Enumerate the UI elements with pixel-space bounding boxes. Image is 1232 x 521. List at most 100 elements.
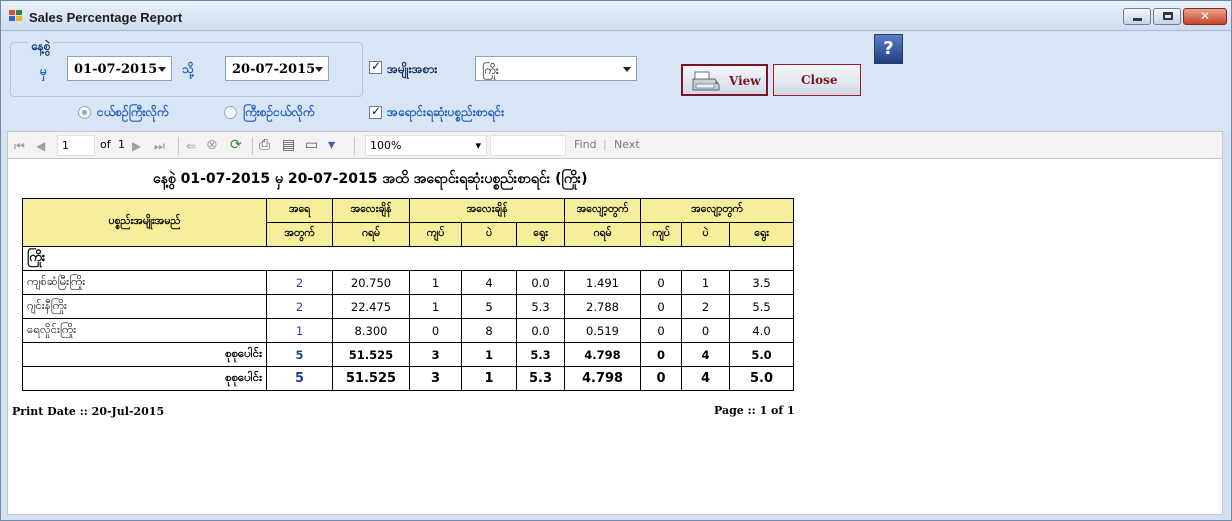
pe-cell: 5 [461, 294, 517, 319]
header-yway: ရွေး [516, 222, 565, 247]
table-row: ကျစ်ဆံမြီးကြိုး 2 20.750 1 4 0.0 1.491 0… [22, 270, 794, 295]
help-button[interactable]: ? [874, 34, 903, 64]
header-qty-bottom: အတွက် [266, 222, 333, 247]
close-icon: ✕ [1199, 9, 1211, 23]
grams-cell: 22.475 [332, 294, 410, 319]
qty-cell[interactable]: 2 [266, 294, 333, 319]
grand-total-grams: 51.525 [332, 366, 410, 391]
grams-cell: 20.750 [332, 270, 410, 295]
report-viewer: နေ့စွဲ 01-07-2015 မှ 20-07-2015 အထိ အရော… [7, 158, 1223, 515]
last-page-icon[interactable]: ⏭ [154, 139, 165, 154]
subtotal-qty: 5 [266, 342, 333, 367]
help-icon: ? [883, 38, 894, 59]
qty-cell[interactable]: 2 [266, 270, 333, 295]
close-window-button[interactable]: ✕ [1183, 8, 1227, 25]
minimize-button[interactable] [1123, 8, 1151, 25]
export-icon[interactable]: ▾ [328, 137, 335, 153]
check-icon: ✓ [371, 59, 382, 73]
grand-total-yway: 5.3 [516, 366, 565, 391]
first-page-icon[interactable]: ⏮ [14, 139, 25, 154]
loss-kyat-cell: 0 [640, 294, 682, 319]
grand-total-loss-pe: 4 [681, 366, 730, 391]
radio-descending-label: ကြီးစဉ်ငယ်လိုက် [243, 105, 315, 119]
refresh-icon[interactable]: ⟳ [230, 137, 242, 153]
group-row: ကြိုး [22, 246, 794, 271]
minimize-icon [1133, 18, 1142, 21]
qty-cell[interactable]: 1 [266, 318, 333, 343]
close-button[interactable]: Close [773, 64, 861, 96]
maximize-button[interactable] [1153, 8, 1181, 25]
grand-total-row: စုစုပေါင်း 5 51.525 3 1 5.3 4.798 0 4 5.… [22, 366, 794, 391]
loss-yway-cell: 3.5 [729, 270, 794, 295]
item-name: ဂျင်းနီကြိုး [22, 294, 267, 319]
from-date-picker[interactable]: 01-07-2015 [67, 56, 172, 81]
toolbar-separator: | [603, 138, 607, 151]
type-label: အမျိုးအစား [387, 62, 438, 76]
title-bar: Sales Percentage Report ✕ [1, 1, 1231, 31]
to-date-value: 20-07-2015 [232, 62, 316, 77]
window-title: Sales Percentage Report [29, 10, 183, 25]
print-date: Print Date :: 20-Jul-2015 [12, 405, 165, 418]
zoom-select[interactable]: 100% ▾ [365, 135, 487, 156]
header-weight-grams-top: အလေးချိန် [332, 198, 410, 223]
yway-cell: 0.0 [516, 270, 565, 295]
pe-cell: 8 [461, 318, 517, 343]
type-select-value: ကြိုး [482, 63, 499, 77]
find-input[interactable] [490, 135, 566, 156]
header-kyat: ကျပ် [409, 222, 462, 247]
report-window: Sales Percentage Report ✕ နေ့စွဲ မှ 01-0… [0, 0, 1232, 521]
grand-total-pe: 1 [461, 366, 517, 391]
filter-panel: နေ့စွဲ မှ 01-07-2015 သို့ 20-07-2015 ✓ အ… [1, 32, 1231, 130]
print-icon[interactable]: ⎙ [259, 137, 270, 153]
grams-cell: 8.300 [332, 318, 410, 343]
stop-icon[interactable]: ⊗ [206, 137, 218, 153]
chevron-down-icon [623, 67, 631, 72]
loss-pe-cell: 0 [681, 318, 730, 343]
subtotal-pe: 1 [461, 342, 517, 367]
previous-page-icon[interactable]: ◀ [36, 139, 45, 153]
type-checkbox[interactable]: ✓ [369, 59, 382, 74]
page-setup-icon[interactable]: ▭ [305, 137, 318, 153]
grand-total-kyat: 3 [409, 366, 462, 391]
page-number-input[interactable]: 1 [57, 135, 95, 156]
close-button-label: Close [801, 73, 838, 87]
view-button[interactable]: View [681, 64, 768, 96]
best-selling-checkbox[interactable]: ✓ [369, 104, 382, 119]
print-layout-icon[interactable]: ▤ [282, 137, 295, 153]
header-loss-kyat: ကျပ် [640, 222, 682, 247]
page-of-label: of [100, 138, 111, 151]
subtotal-yway: 5.3 [516, 342, 565, 367]
radio-descending[interactable] [224, 106, 237, 119]
header-weight-group: အလေးချိန် [409, 198, 565, 223]
subtotal-kyat: 3 [409, 342, 462, 367]
app-icon [9, 10, 23, 22]
maximize-icon [1163, 12, 1173, 20]
chevron-down-icon: ▾ [475, 139, 481, 152]
grand-total-label: စုစုပေါင်း [22, 366, 267, 391]
to-date-picker[interactable]: 20-07-2015 [225, 56, 329, 81]
kyat-cell: 0 [409, 318, 462, 343]
header-weight-grams-bottom: ဂရမ် [332, 222, 410, 247]
next-page-icon[interactable]: ▶ [132, 139, 141, 153]
find-link[interactable]: Find [574, 138, 597, 151]
yway-cell: 0.0 [516, 318, 565, 343]
loss-grams-cell: 2.788 [564, 294, 641, 319]
type-select[interactable]: ကြိုး [475, 56, 637, 81]
loss-pe-cell: 2 [681, 294, 730, 319]
grand-total-loss-yway: 5.0 [729, 366, 794, 391]
best-selling-label: အရောင်းရဆုံးပစ္စည်းစာရင်း [387, 105, 505, 119]
item-name: ကျစ်ဆံမြီးကြိုး [22, 270, 267, 295]
kyat-cell: 1 [409, 270, 462, 295]
next-link[interactable]: Next [614, 138, 640, 151]
back-icon[interactable]: ⇐ [186, 139, 196, 153]
header-loss-pe: ပဲ [681, 222, 730, 247]
yway-cell: 5.3 [516, 294, 565, 319]
chevron-down-icon [158, 67, 166, 72]
subtotal-loss-grams: 4.798 [564, 342, 641, 367]
subtotal-grams: 51.525 [332, 342, 410, 367]
report-toolbar: ⏮ ◀ 1 of 1 ▶ ⏭ ⇐ ⊗ ⟳ ⎙ ▤ ▭ ▾ 100% ▾ Find… [7, 131, 1223, 159]
subtotal-loss-kyat: 0 [640, 342, 682, 367]
subtotal-loss-pe: 4 [681, 342, 730, 367]
subtotal-label: စုစုပေါင်း [22, 342, 267, 367]
radio-ascending[interactable] [78, 106, 91, 119]
